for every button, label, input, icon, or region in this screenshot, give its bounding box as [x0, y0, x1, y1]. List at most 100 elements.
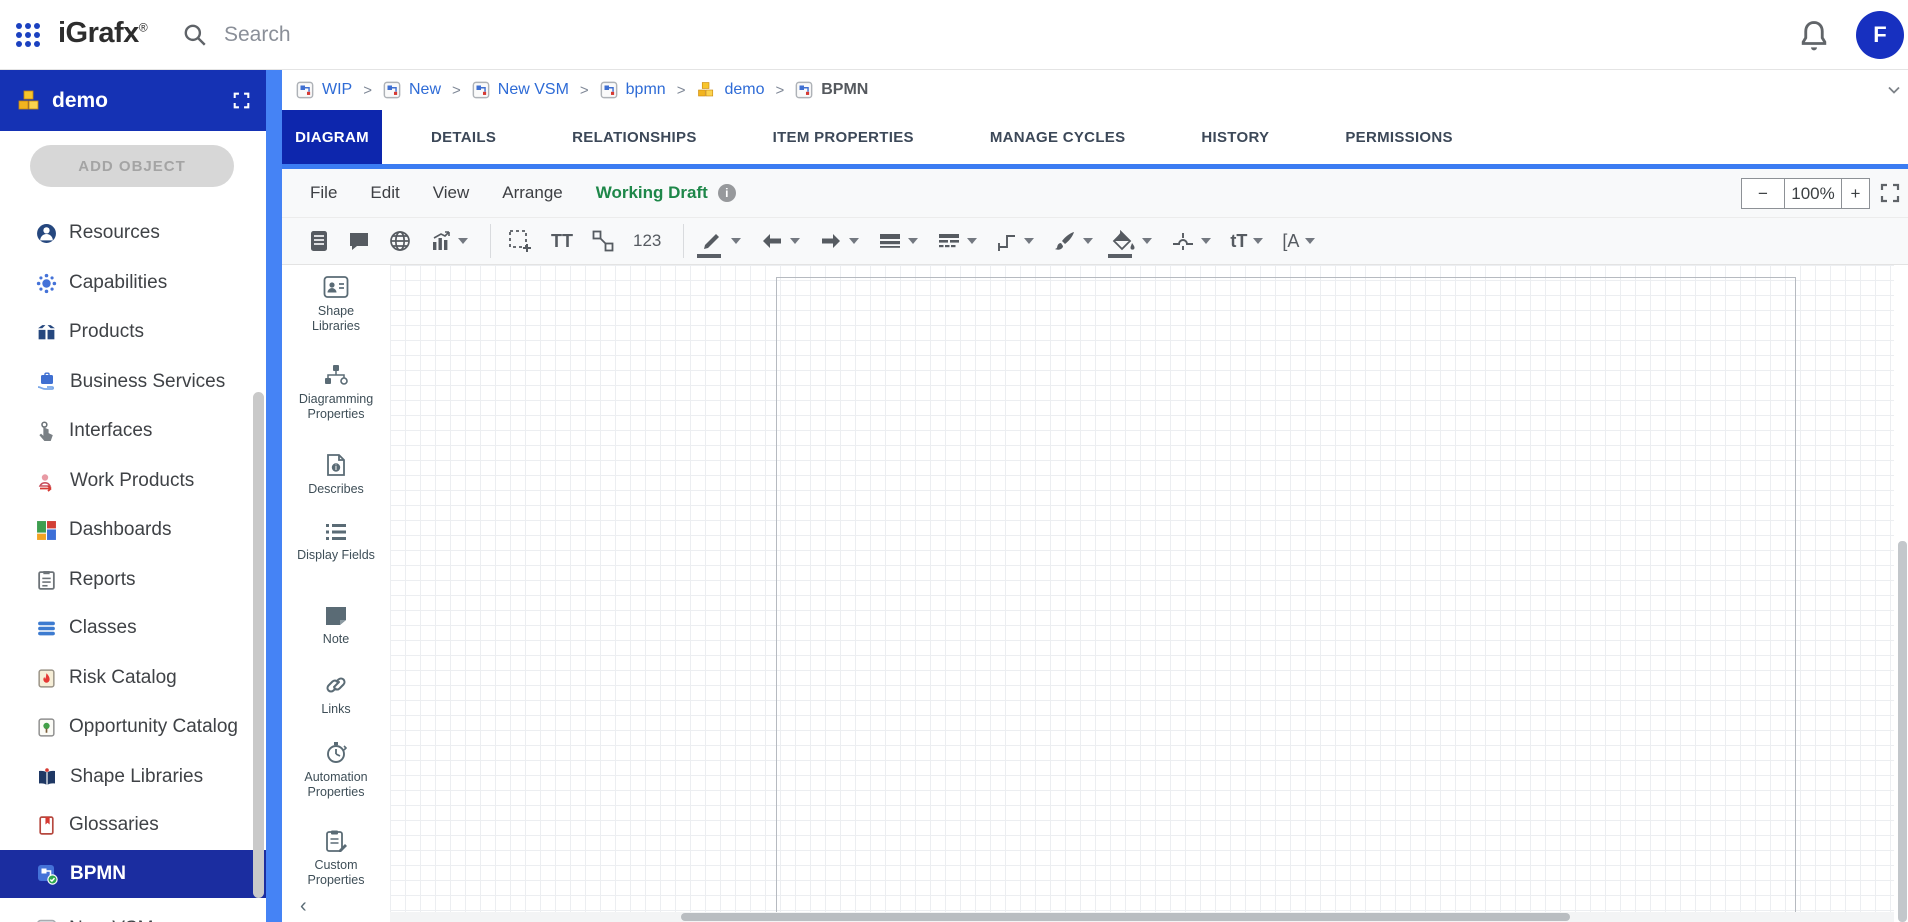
- caret-down-icon: [1201, 238, 1211, 244]
- search-input[interactable]: [224, 23, 824, 47]
- zoom-in-button[interactable]: +: [1842, 178, 1870, 209]
- expand-sidebar-icon[interactable]: [233, 92, 250, 109]
- risk-catalog-icon: [36, 668, 57, 689]
- reports-icon: [36, 570, 57, 591]
- comment-icon[interactable]: [341, 223, 377, 259]
- breadcrumb: WIP > New > New VSM > bpmn > demo > BPMN: [282, 70, 1908, 110]
- diagram-canvas[interactable]: [282, 265, 1908, 922]
- sidebar-item-classes[interactable]: Classes: [0, 604, 266, 652]
- canvas-grid[interactable]: [390, 265, 1894, 912]
- info-icon[interactable]: i: [718, 184, 736, 202]
- arrow-start-icon[interactable]: [753, 223, 807, 259]
- panel-item-shape-libraries[interactable]: Shape Libraries: [282, 275, 390, 334]
- chart-icon[interactable]: [423, 223, 475, 259]
- panel-item-describes[interactable]: i Describes: [282, 453, 390, 497]
- sidebar-item-interfaces[interactable]: Interfaces: [0, 407, 266, 455]
- tab-item-properties[interactable]: ITEM PROPERTIES: [746, 110, 941, 164]
- panel-item-display-fields[interactable]: Display Fields: [282, 521, 390, 563]
- fullscreen-icon[interactable]: [1880, 183, 1900, 203]
- menu-edit[interactable]: Edit: [370, 183, 399, 203]
- sidebar-item-risk-catalog[interactable]: Risk Catalog: [0, 654, 266, 702]
- line-style-icon[interactable]: [930, 223, 984, 259]
- bell-icon[interactable]: [1796, 18, 1832, 54]
- diagram-icon: [600, 81, 618, 99]
- vertical-scrollbar-thumb[interactable]: [1898, 541, 1907, 922]
- sidebar-item-capabilities[interactable]: Capabilities: [0, 259, 266, 307]
- arrow-end-icon[interactable]: [812, 223, 866, 259]
- document-icon[interactable]: [302, 223, 336, 259]
- numbers-icon[interactable]: 123: [626, 223, 668, 259]
- panel-item-custom-properties[interactable]: Custom Properties: [282, 829, 390, 888]
- glossaries-icon: [36, 815, 57, 836]
- breadcrumb-item-demo[interactable]: demo: [696, 81, 764, 99]
- brush-icon[interactable]: [1046, 223, 1100, 259]
- avatar[interactable]: F: [1856, 11, 1904, 59]
- add-object-button[interactable]: ADD OBJECT: [30, 145, 234, 187]
- sidebar-item-shape-libraries[interactable]: Shape Libraries: [0, 753, 266, 801]
- panel-item-links[interactable]: Links: [282, 673, 390, 717]
- zoom-controls: − 100% +: [1741, 178, 1870, 209]
- describes-icon: i: [324, 453, 348, 477]
- collapse-panel-button[interactable]: ‹: [300, 897, 307, 915]
- horizontal-scrollbar-thumb[interactable]: [681, 913, 1570, 921]
- products-icon: [36, 322, 57, 343]
- sidebar-item-business-services[interactable]: Business Services: [0, 358, 266, 406]
- line-jump-icon[interactable]: [1164, 223, 1218, 259]
- chevron-down-icon[interactable]: [1886, 82, 1902, 98]
- tab-permissions[interactable]: PERMISSIONS: [1318, 110, 1480, 164]
- line-color-swatch: [697, 254, 721, 258]
- text-tool-icon[interactable]: TT: [544, 223, 580, 259]
- resources-icon: [36, 223, 57, 244]
- breadcrumb-item-bpmn-folder[interactable]: bpmn: [600, 81, 666, 99]
- tab-details[interactable]: DETAILS: [404, 110, 523, 164]
- text-format-icon[interactable]: [A: [1275, 223, 1322, 259]
- breadcrumb-item-new-vsm[interactable]: New VSM: [472, 81, 569, 99]
- menu-file[interactable]: File: [310, 183, 337, 203]
- breadcrumb-item-wip[interactable]: WIP: [296, 81, 352, 99]
- line-weight-icon[interactable]: [871, 223, 925, 259]
- sidebar-item-opportunity-catalog[interactable]: Opportunity Catalog: [0, 703, 266, 751]
- connector-icon[interactable]: [585, 223, 621, 259]
- opportunity-catalog-icon: [36, 717, 57, 738]
- marquee-add-icon[interactable]: [501, 223, 539, 259]
- breadcrumb-item-new[interactable]: New: [383, 81, 441, 99]
- panel-item-note[interactable]: Note: [282, 605, 390, 647]
- fill-color-swatch: [1108, 254, 1132, 258]
- caret-down-icon: [908, 238, 918, 244]
- panel-item-diagramming-properties[interactable]: Diagramming Properties: [282, 363, 390, 422]
- tab-manage-cycles[interactable]: MANAGE CYCLES: [963, 110, 1153, 164]
- sidebar-item-work-products[interactable]: Work Products: [0, 457, 266, 505]
- tab-history[interactable]: HISTORY: [1174, 110, 1296, 164]
- font-size-icon[interactable]: tT: [1223, 223, 1270, 259]
- menu-arrange[interactable]: Arrange: [502, 183, 562, 203]
- sidebar-item-products[interactable]: Products: [0, 308, 266, 356]
- sidebar-item-reports[interactable]: Reports: [0, 556, 266, 604]
- caret-down-icon: [731, 238, 741, 244]
- status-working-draft[interactable]: Working Draft: [596, 183, 708, 203]
- sidebar-item-resources[interactable]: Resources: [0, 209, 266, 257]
- line-routing-icon[interactable]: [989, 223, 1041, 259]
- diagram-icon: [795, 81, 813, 99]
- horizontal-scrollbar[interactable]: [390, 912, 1894, 922]
- links-icon: [324, 673, 348, 697]
- interfaces-icon: [36, 421, 57, 442]
- menu-view[interactable]: View: [433, 183, 470, 203]
- app-grid-icon[interactable]: [14, 21, 42, 49]
- diagram-icon: [472, 81, 490, 99]
- tab-diagram[interactable]: DIAGRAM: [282, 110, 382, 164]
- sidebar-item-dashboards[interactable]: Dashboards: [0, 506, 266, 554]
- search-icon: [182, 22, 208, 48]
- sidebar-item-glossaries[interactable]: Glossaries: [0, 801, 266, 849]
- sidebar-divider[interactable]: [266, 70, 282, 922]
- zoom-out-button[interactable]: −: [1741, 178, 1784, 209]
- custom-properties-icon: [324, 829, 348, 853]
- globe-icon[interactable]: [382, 223, 418, 259]
- pencil-color-icon[interactable]: [694, 223, 748, 259]
- fill-color-icon[interactable]: [1105, 223, 1159, 259]
- bpmn-diagram-icon: [36, 863, 58, 885]
- tab-relationships[interactable]: RELATIONSHIPS: [545, 110, 723, 164]
- panel-item-automation-properties[interactable]: Automation Properties: [282, 741, 390, 800]
- sidebar-item-bpmn[interactable]: BPMN: [0, 850, 266, 898]
- sidebar-item-new-vsm[interactable]: New VSM: [0, 905, 266, 922]
- sidebar-scrollbar[interactable]: [253, 392, 264, 898]
